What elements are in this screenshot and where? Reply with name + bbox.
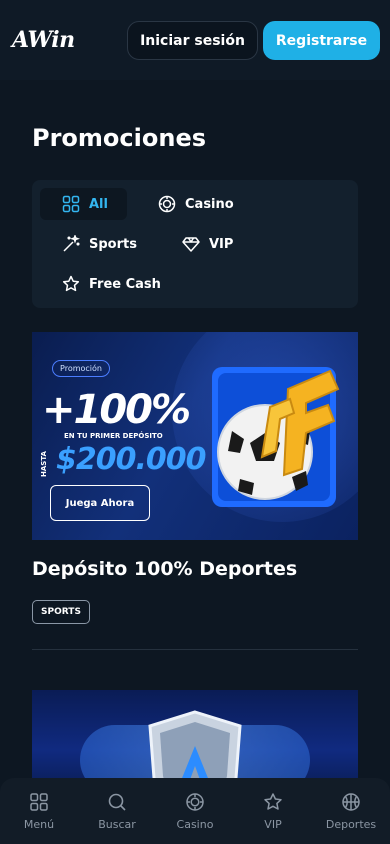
star-icon: [264, 792, 282, 810]
promo-pill: Promoción: [52, 360, 110, 377]
filter-sports[interactable]: Sports: [40, 228, 137, 260]
promo-title[interactable]: Depósito 100% Deportes: [32, 558, 297, 580]
filter-vip[interactable]: VIP: [160, 228, 233, 260]
register-button[interactable]: Registrarse: [263, 21, 380, 60]
filter-all[interactable]: All: [40, 188, 127, 220]
nav-menu[interactable]: Menú: [0, 778, 78, 844]
nav-vip[interactable]: VIP: [234, 778, 312, 844]
login-button[interactable]: Iniciar sesión: [127, 21, 258, 60]
page-title: Promociones: [32, 124, 206, 152]
nav-search[interactable]: Buscar: [78, 778, 156, 844]
filter-free-cash[interactable]: Free Cash: [40, 268, 161, 300]
promo-headline: +100%: [42, 387, 191, 433]
promo-banner-vip[interactable]: [32, 690, 358, 790]
star-icon: [62, 275, 80, 292]
filter-label: Casino: [185, 196, 234, 212]
filter-label: Sports: [89, 236, 137, 252]
top-header: AWin Iniciar sesión Registrarse: [0, 0, 390, 80]
chip-icon: [186, 792, 204, 811]
search-icon: [108, 793, 126, 811]
soccer-ball-logo-art: [212, 367, 340, 507]
nav-label: Buscar: [98, 817, 136, 831]
promo-subline: EN TU PRIMER DEPÓSITO: [64, 432, 163, 440]
magic-wand-icon: [63, 235, 80, 252]
promo-filters: All Casino Sports VIP Free Cash: [32, 180, 358, 308]
promo-banner[interactable]: Promoción +100% EN TU PRIMER DEPÓSITO HA…: [32, 332, 358, 540]
filter-label: All: [89, 196, 108, 212]
nav-label: Deportes: [325, 817, 377, 831]
nav-casino[interactable]: Casino: [156, 778, 234, 844]
grid-icon: [62, 195, 80, 213]
filter-casino[interactable]: Casino: [136, 188, 234, 220]
nav-label: VIP: [264, 817, 282, 831]
diamond-icon: [182, 237, 200, 252]
filter-label: Free Cash: [89, 276, 161, 292]
promo-hasta: HASTA: [40, 451, 48, 477]
chip-icon: [158, 195, 176, 213]
divider: [32, 649, 358, 650]
nav-label: Menú: [23, 817, 55, 831]
play-now-button[interactable]: Juega Ahora: [50, 485, 150, 521]
grid-icon: [30, 792, 48, 811]
filter-label: VIP: [209, 236, 234, 252]
basketball-icon: [342, 792, 360, 811]
nav-sports[interactable]: Deportes: [312, 778, 390, 844]
sports-tag: SPORTS: [32, 600, 90, 624]
promo-amount: $200.000: [56, 442, 207, 477]
awin-logo[interactable]: AWin: [12, 27, 75, 53]
nav-label: Casino: [176, 817, 214, 831]
bottom-nav: Menú Buscar Casino VIP Deportes: [0, 778, 390, 844]
